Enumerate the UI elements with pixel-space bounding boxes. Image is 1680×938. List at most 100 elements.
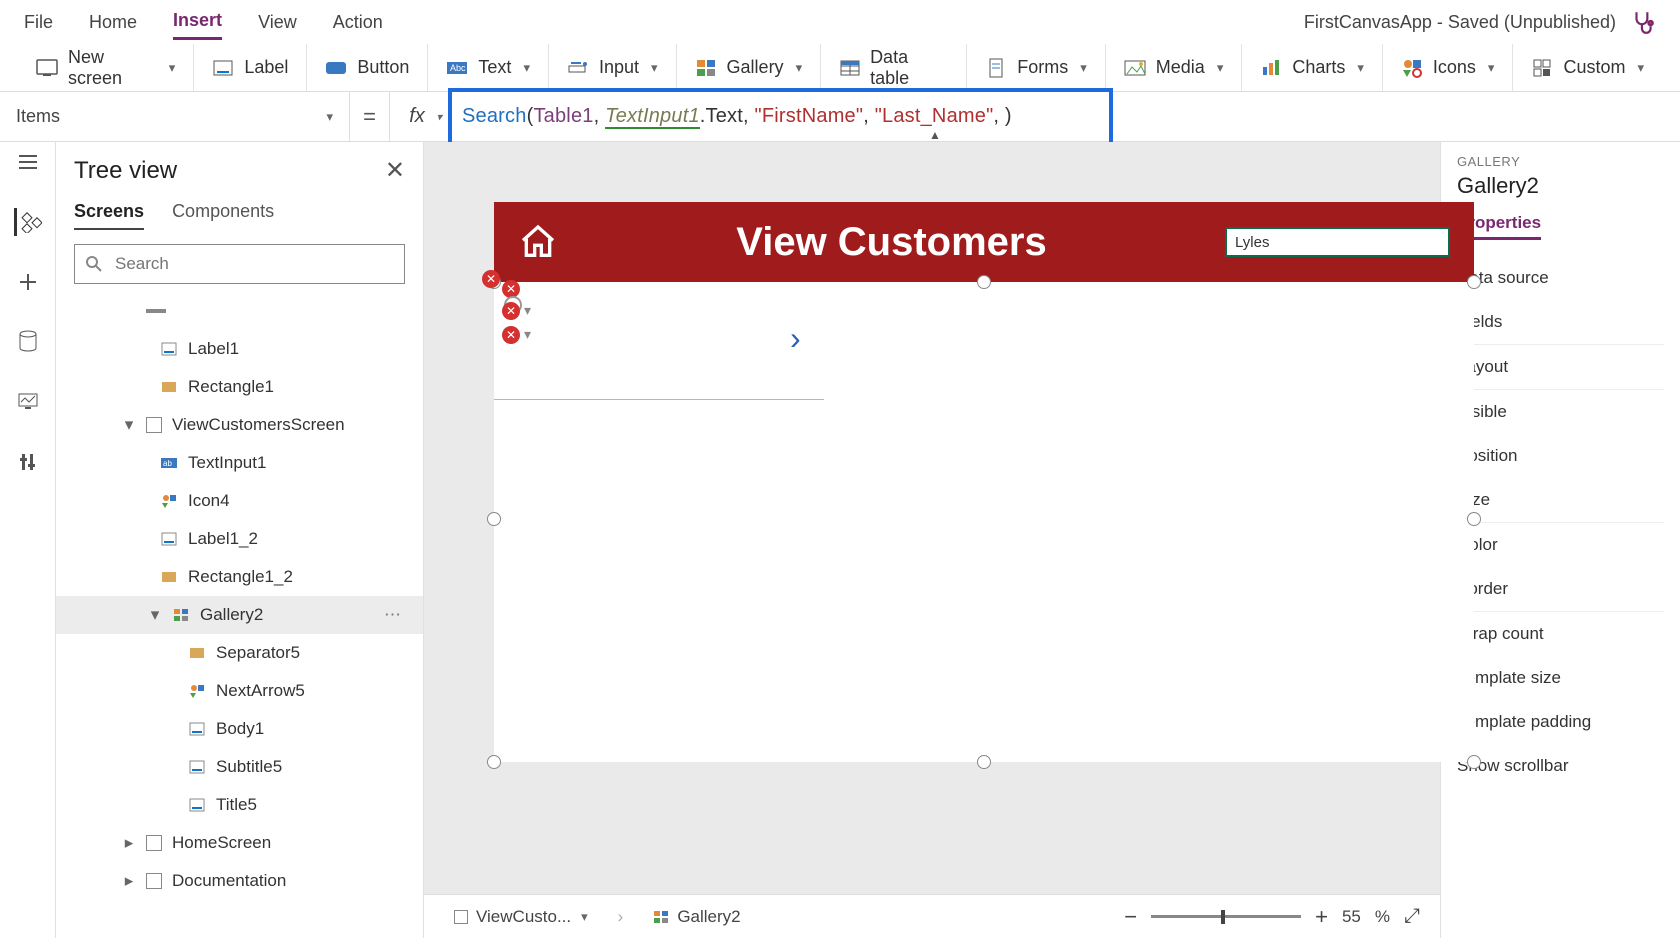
prop-color[interactable]: Color [1457,523,1664,567]
control-name[interactable]: Gallery2 [1457,173,1664,199]
label-icon [160,340,178,358]
zoom-value: 55 [1342,907,1361,927]
tree-item-viewcustomers[interactable]: ▾ ViewCustomersScreen [56,406,423,444]
data-icon[interactable] [14,328,42,356]
icons-label: Icons [1433,57,1476,78]
formula-input[interactable]: Search(Table1, TextInput1.Text, "FirstNa… [444,92,1680,141]
screen-checkbox[interactable] [146,417,162,433]
prop-wrap-count[interactable]: Wrap count [1457,612,1664,656]
add-icon[interactable] [14,268,42,296]
gallery-button[interactable]: Gallery ▾ [677,44,822,91]
tree-item-textinput1[interactable]: ab TextInput1 [56,444,423,482]
icons-button[interactable]: Icons ▾ [1383,44,1514,91]
menu-action[interactable]: Action [333,6,383,39]
tree-item-title5[interactable]: Title5 [56,786,423,824]
screen-checkbox[interactable] [146,873,162,889]
caret-right-icon[interactable]: ▸ [122,833,136,853]
tree-item-label: Rectangle1_2 [188,567,293,587]
breadcrumb-screen[interactable]: ViewCusto... ▾ [444,903,598,931]
input-button[interactable]: Input ▾ [549,44,677,91]
app-title: FirstCanvasApp - Saved (Unpublished) [1304,12,1616,33]
breadcrumb-control[interactable]: Gallery2 [643,903,750,931]
chevron-down-icon: ▾ [1080,60,1087,76]
zoom-out-button[interactable]: − [1124,904,1137,930]
gallery2[interactable]: ✕ ✕ ✕ ▾ ✕ ▾ › [494,282,1474,762]
tree-item-nextarrow5[interactable]: NextArrow5 [56,672,423,710]
data-table-button[interactable]: Data table [821,44,967,91]
button-button[interactable]: Button [307,44,428,91]
zoom-slider[interactable] [1151,915,1301,918]
close-icon[interactable]: ✕ [385,156,405,185]
label-button[interactable]: Label [194,44,307,91]
prop-template-size[interactable]: Template size [1457,656,1664,700]
screen-checkbox[interactable] [146,835,162,851]
custom-button[interactable]: Custom ▾ [1513,44,1662,91]
prop-visible[interactable]: Visible [1457,390,1664,434]
text-label: Text [478,57,511,78]
forms-button[interactable]: Forms ▾ [967,44,1106,91]
fx-button[interactable]: fx▾ [390,92,444,141]
main-area: Tree view ✕ Screens Components Label1 Re… [0,142,1680,938]
new-screen-button[interactable]: New screen ▾ [18,44,194,91]
menu-file[interactable]: File [24,6,53,39]
prop-size[interactable]: Size [1457,478,1664,522]
chevron-down-icon: ▾ [1357,60,1364,76]
text-button[interactable]: Abc Text ▾ [428,44,549,91]
prop-fields[interactable]: Fields [1457,300,1664,344]
tree-collapse-bar[interactable] [56,292,423,330]
caret-right-icon[interactable]: ▸ [122,871,136,891]
monitor-icon[interactable] [14,388,42,416]
prop-template-padding[interactable]: Template padding [1457,700,1664,744]
tree-item-gallery2[interactable]: ▾ Gallery2 ⋯ [56,596,423,634]
app-search-input[interactable] [1225,227,1450,257]
caret-down-icon[interactable]: ▾ [148,605,162,625]
menu-insert[interactable]: Insert [173,4,222,40]
tree-item-label1-2[interactable]: Label1_2 [56,520,423,558]
tree-item-label1[interactable]: Label1 [56,330,423,368]
app-canvas[interactable]: View Customers ✕ ✕ ✕ ▾ ✕ ▾ [494,202,1474,762]
tree-item-separator5[interactable]: Separator5 [56,634,423,672]
tab-components[interactable]: Components [172,195,274,230]
property-selector[interactable]: Items ▾ [0,92,350,141]
more-icon[interactable]: ⋯ [384,605,403,625]
hamburger-icon[interactable] [14,148,42,176]
chevron-down-icon: ▾ [169,60,176,76]
menu-view[interactable]: View [258,6,297,39]
icons-icon [188,682,206,700]
gallery-template-row[interactable]: › [494,282,824,400]
charts-label: Charts [1292,57,1345,78]
prop-position[interactable]: Position [1457,434,1664,478]
chevron-right-icon[interactable]: › [790,320,801,357]
tree-search-input[interactable] [113,253,394,275]
tree-item-rectangle1-2[interactable]: Rectangle1_2 [56,558,423,596]
fit-screen-icon[interactable]: ⤢ [1404,905,1420,928]
tree-item-body1[interactable]: Body1 [56,710,423,748]
prop-data-source[interactable]: Data source [1457,256,1664,300]
tree-item-subtitle5[interactable]: Subtitle5 [56,748,423,786]
tree-view-icon[interactable] [14,208,42,236]
insert-ribbon: New screen ▾ Label Button Abc Text ▾ Inp… [0,44,1680,92]
tree-item-homescreen[interactable]: ▸ HomeScreen [56,824,423,862]
tree-item-documentation[interactable]: ▸ Documentation [56,862,423,900]
zoom-in-button[interactable]: + [1315,904,1328,930]
charts-button[interactable]: Charts ▾ [1242,44,1383,91]
tab-screens[interactable]: Screens [74,195,144,230]
menu-home[interactable]: Home [89,6,137,39]
tree-item-rectangle1[interactable]: Rectangle1 [56,368,423,406]
zoom-controls: − + 55 % ⤢ [1124,904,1420,930]
breadcrumb-separator: › [618,907,624,927]
prop-border[interactable]: Border [1457,567,1664,611]
health-icon[interactable] [1630,9,1656,35]
tree-item-icon4[interactable]: Icon4 [56,482,423,520]
media-button[interactable]: Media ▾ [1106,44,1243,91]
prop-layout[interactable]: Layout [1457,345,1664,389]
prop-show-scrollbar[interactable]: Show scrollbar [1457,744,1664,788]
tools-icon[interactable] [14,448,42,476]
home-icon[interactable] [518,222,558,262]
screen-icon [36,57,58,79]
tree-search[interactable] [74,244,405,284]
chevron-down-icon: ▾ [436,110,442,123]
caret-down-icon[interactable]: ▾ [122,415,136,435]
chevron-down-icon: ▾ [326,109,333,125]
button-icon [325,57,347,79]
